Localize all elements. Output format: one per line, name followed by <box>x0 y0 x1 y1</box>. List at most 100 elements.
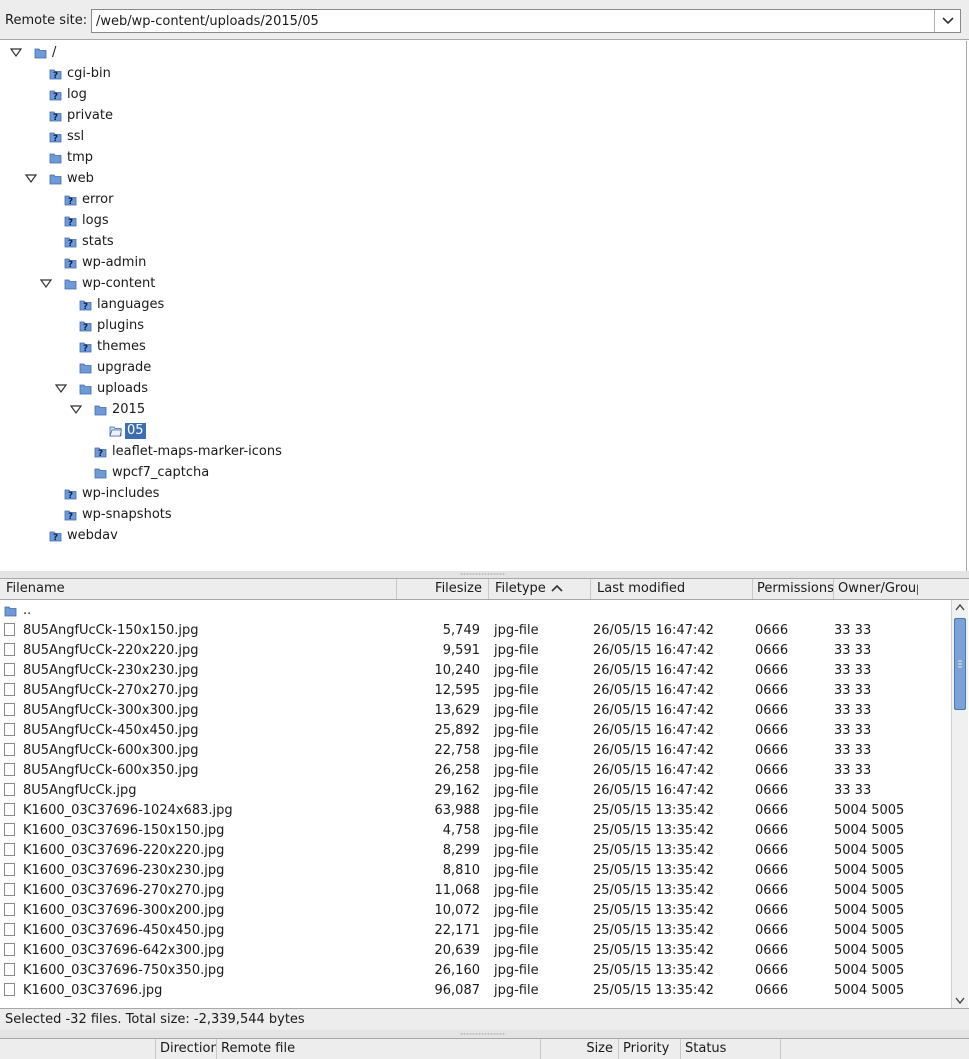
tree-node-themes[interactable]: ? themes <box>0 337 960 357</box>
remote-site-path-input[interactable] <box>92 10 932 32</box>
file-owner-group: 5004 5005 <box>834 903 905 918</box>
file-row[interactable]: 8U5AngfUcCk.jpg 29,162 jpg-file 26/05/15 16… <box>0 780 951 800</box>
folder-unknown-icon: ? <box>64 195 77 206</box>
tree-node-root[interactable]: / <box>0 43 960 63</box>
column-header-last-modified[interactable]: Last modified <box>591 579 753 599</box>
tree-node-uploads[interactable]: uploads <box>0 379 960 399</box>
tree-node-plugins[interactable]: ? plugins <box>0 316 960 336</box>
file-row[interactable]: K1600_03C37696-1024x683.jpg 63,988 jpg-fil… <box>0 800 951 820</box>
svg-text:?: ? <box>83 302 88 311</box>
scroll-thumb[interactable] <box>954 618 966 710</box>
file-permissions: 0666 <box>755 743 789 758</box>
file-name: K1600_03C37696-220x220.jpg <box>23 843 225 858</box>
tree-node-wp-content[interactable]: wp-content <box>0 274 960 294</box>
svg-text:?: ? <box>68 239 73 248</box>
tree-node-ssl[interactable]: ? ssl <box>0 127 960 147</box>
file-owner-group: 33 33 <box>834 643 872 658</box>
tree-node-web[interactable]: web <box>0 169 960 189</box>
tree-node-private[interactable]: ? private <box>0 106 960 126</box>
file-last-modified: 26/05/15 16:47:42 <box>593 663 714 678</box>
file-row[interactable]: 8U5AngfUcCk-600x300.jpg 22,758 jpg-file 26/… <box>0 740 951 760</box>
file-row[interactable]: K1600_03C37696-642x300.jpg 20,639 jpg-file… <box>0 940 951 960</box>
parent-directory-row[interactable]: .. <box>0 600 951 620</box>
file-list-status-bar: Selected -32 files. Total size: -2,339,5… <box>0 1008 969 1030</box>
svg-text:?: ? <box>68 260 73 269</box>
chevron-down-icon <box>942 17 954 25</box>
tree-node-cgi-bin[interactable]: ? cgi-bin <box>0 64 960 84</box>
tree-node-logs[interactable]: ? logs <box>0 211 960 231</box>
file-list[interactable]: .. 8U5AngfUcCk-150x150.jpg 5,749 jpg-file 2… <box>0 600 951 1008</box>
tree-node-label: log <box>67 87 87 102</box>
file-row[interactable]: 8U5AngfUcCk-220x220.jpg 9,591 jpg-file 26/0… <box>0 640 951 660</box>
column-header-filename[interactable]: Filename <box>0 579 397 599</box>
file-row[interactable]: K1600_03C37696-230x230.jpg 8,810 jpg-file 2… <box>0 860 951 880</box>
tree-node-stats[interactable]: ? stats <box>0 232 960 252</box>
file-owner-group: 5004 5005 <box>834 963 905 978</box>
scroll-up-button[interactable] <box>952 600 968 615</box>
tree-node-languages[interactable]: ? languages <box>0 295 960 315</box>
expand-toggle-icon[interactable] <box>55 384 67 394</box>
tree-node-wp-includes[interactable]: ? wp-includes <box>0 484 960 504</box>
queue-column-status[interactable]: Status <box>681 1039 781 1059</box>
file-last-modified: 26/05/15 16:47:42 <box>593 763 714 778</box>
svg-text:?: ? <box>83 344 88 353</box>
queue-column-remote-file[interactable]: Remote file <box>217 1039 541 1059</box>
file-row[interactable]: 8U5AngfUcCk-270x270.jpg 12,595 jpg-file 26/… <box>0 680 951 700</box>
tree-node-webdav[interactable]: ? webdav <box>0 526 960 546</box>
file-row[interactable]: K1600_03C37696-300x200.jpg 10,072 jpg-file… <box>0 900 951 920</box>
file-row[interactable]: K1600_03C37696-150x150.jpg 4,758 jpg-file 2… <box>0 820 951 840</box>
file-list-scrollbar[interactable] <box>951 600 968 1008</box>
column-header-owner-group[interactable]: Owner/Group <box>834 579 918 599</box>
remote-directory-tree[interactable]: /? cgi-bin? log? private? ssl tmp web? error? lo… <box>0 41 967 571</box>
tree-node-wp-admin[interactable]: ? wp-admin <box>0 253 960 273</box>
expand-toggle-icon[interactable] <box>40 279 52 289</box>
file-type: jpg-file <box>494 623 539 638</box>
file-icon <box>4 923 15 936</box>
file-name: 8U5AngfUcCk-270x270.jpg <box>23 683 199 698</box>
expand-toggle-icon[interactable] <box>70 405 82 415</box>
file-owner-group: 33 33 <box>834 743 872 758</box>
tree-node-wp-snapshots[interactable]: ? wp-snapshots <box>0 505 960 525</box>
tree-node-tmp[interactable]: tmp <box>0 148 960 168</box>
tree-node-error[interactable]: ? error <box>0 190 960 210</box>
file-type: jpg-file <box>494 723 539 738</box>
queue-column-size[interactable]: Size <box>541 1039 619 1059</box>
file-row[interactable]: 8U5AngfUcCk-150x150.jpg 5,749 jpg-file 26/0… <box>0 620 951 640</box>
file-row[interactable]: K1600_03C37696-270x270.jpg 11,068 jpg-file… <box>0 880 951 900</box>
expand-toggle-icon[interactable] <box>10 48 22 58</box>
expand-toggle-icon[interactable] <box>25 174 37 184</box>
queue-column-priority[interactable]: Priority <box>619 1039 681 1059</box>
queue-column-direction[interactable]: Direction <box>156 1039 217 1059</box>
remote-site-combobox[interactable] <box>91 9 961 33</box>
tree-node-wpcf7-captcha[interactable]: wpcf7_captcha <box>0 463 960 483</box>
tree-node-leaflet-maps-marker-icons[interactable]: ? leaflet-maps-marker-icons <box>0 442 960 462</box>
column-header-permissions[interactable]: Permissions <box>753 579 834 599</box>
file-row[interactable]: 8U5AngfUcCk-230x230.jpg 10,240 jpg-file 26/… <box>0 660 951 680</box>
file-row[interactable]: 8U5AngfUcCk-300x300.jpg 13,629 jpg-file 26/… <box>0 700 951 720</box>
tree-node-label: plugins <box>97 318 144 333</box>
file-row[interactable]: K1600_03C37696-220x220.jpg 8,299 jpg-file 2… <box>0 840 951 860</box>
tree-node-05[interactable]: 05 <box>0 421 960 441</box>
tree-node-upgrade[interactable]: upgrade <box>0 358 960 378</box>
column-header-filesize[interactable]: Filesize <box>397 579 489 599</box>
remote-site-dropdown-button[interactable] <box>934 10 960 32</box>
file-row[interactable]: K1600_03C37696-450x450.jpg 22,171 jpg-file… <box>0 920 951 940</box>
file-size: 25,892 <box>434 723 481 738</box>
list-queue-splitter[interactable] <box>0 1030 969 1038</box>
file-row[interactable]: K1600_03C37696-750x350.jpg 26,160 jpg-file… <box>0 960 951 980</box>
scroll-down-button[interactable] <box>952 993 968 1008</box>
tree-node-log[interactable]: ? log <box>0 85 960 105</box>
queue-column-server-local-file[interactable] <box>0 1039 156 1059</box>
tree-node-label: leaflet-maps-marker-icons <box>112 444 282 459</box>
file-row[interactable]: 8U5AngfUcCk-600x350.jpg 26,258 jpg-file 26/… <box>0 760 951 780</box>
file-name: 8U5AngfUcCk-600x300.jpg <box>23 743 199 758</box>
tree-node-label: ssl <box>67 129 85 144</box>
file-row[interactable]: 8U5AngfUcCk-450x450.jpg 25,892 jpg-file 26/… <box>0 720 951 740</box>
tree-list-splitter[interactable] <box>0 571 969 578</box>
folder-icon <box>79 363 92 374</box>
file-type: jpg-file <box>494 803 539 818</box>
column-header-filetype[interactable]: Filetype <box>489 579 591 599</box>
tree-node-2015[interactable]: 2015 <box>0 400 960 420</box>
file-row[interactable]: K1600_03C37696.jpg 96,087 jpg-file 25/05/15… <box>0 980 951 1000</box>
tree-node-label: web <box>67 171 94 186</box>
